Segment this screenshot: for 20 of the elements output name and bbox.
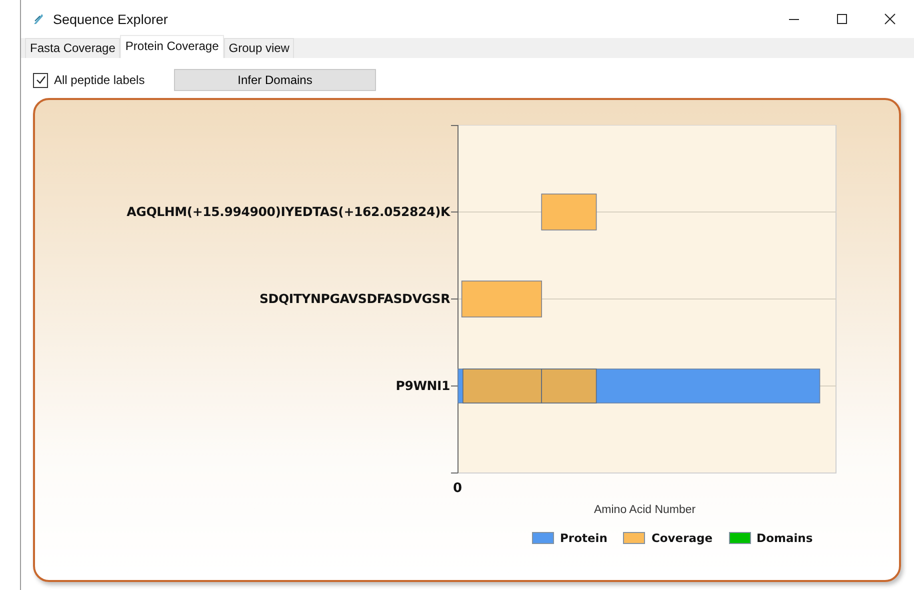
window-title: Sequence Explorer xyxy=(53,12,168,26)
close-icon[interactable] xyxy=(884,13,896,25)
x-axis-title: Amino Acid Number xyxy=(594,504,696,516)
app-icon xyxy=(32,13,44,25)
tab[interactable]: Group view xyxy=(224,38,294,58)
legend-label: Domains xyxy=(756,531,813,545)
infer-domains-button[interactable]: Infer Domains xyxy=(174,69,376,91)
row-label: AGQLHM(+15.994900)IYEDTAS(+162.052824)K xyxy=(126,203,450,221)
row-label: P9WNI1 xyxy=(396,377,450,395)
maximize-icon[interactable] xyxy=(836,13,848,25)
checkbox[interactable] xyxy=(33,72,48,88)
x-tick-label: 0 xyxy=(453,481,462,496)
check-icon xyxy=(34,74,46,86)
tab[interactable]: Fasta Coverage xyxy=(25,38,120,58)
legend-label: Coverage xyxy=(651,531,713,545)
legend-label: Protein xyxy=(560,531,608,545)
coverage-bar xyxy=(541,194,597,230)
checkbox-label[interactable]: All peptide labels xyxy=(54,73,174,87)
row-label: SDQITYNPGAVSDFASDVGSR xyxy=(259,290,450,308)
tab[interactable]: Protein Coverage xyxy=(120,35,224,58)
